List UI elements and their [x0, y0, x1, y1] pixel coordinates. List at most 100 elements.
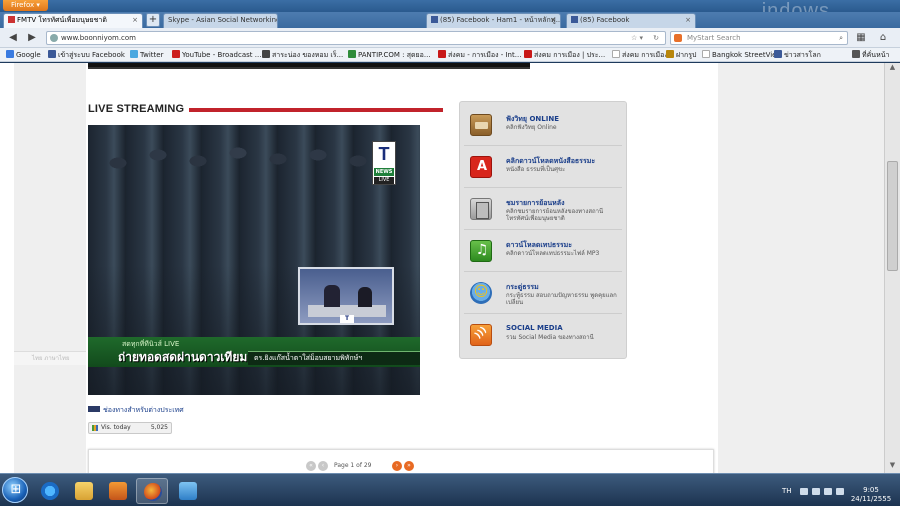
- sidebar-item-books[interactable]: คลิกดาวน์โหลดหนังสือธรรมะ หนังสือ ธรรมที…: [464, 148, 622, 188]
- clock-time: 9:05: [863, 486, 879, 494]
- forward-arrow-icon[interactable]: ▶: [25, 31, 39, 45]
- addon-icon[interactable]: ▦: [854, 31, 868, 45]
- bookmark-star-icon[interactable]: ☆ ▾: [631, 32, 643, 44]
- bookmark-facebook-login[interactable]: เข้าสู่ระบบ Facebook: [48, 48, 125, 61]
- bookmarks-folder-icon: [852, 50, 860, 58]
- tnews-small-logo-icon: T: [340, 315, 354, 323]
- close-tab-icon[interactable]: ×: [685, 14, 691, 27]
- overseas-channel-link[interactable]: ช่องทางสำหรับต่างประเทศ: [88, 405, 184, 416]
- close-tab-icon[interactable]: ×: [132, 14, 138, 27]
- facebook-favicon-icon: [571, 16, 578, 23]
- if-icon: [438, 50, 446, 58]
- chat-icon: [470, 282, 492, 304]
- volume-icon[interactable]: [824, 488, 832, 495]
- bookmark-politics-2[interactable]: ส่งคม การเมือง | ประ...: [524, 48, 605, 61]
- picture-in-picture: T: [298, 267, 394, 325]
- network-icon[interactable]: [812, 488, 820, 495]
- music-icon: [470, 240, 493, 262]
- bookmark-label: PANTIP.COM : สุดยอ...: [358, 51, 431, 59]
- last-page-button[interactable]: »: [404, 461, 414, 471]
- reload-icon[interactable]: ↻: [653, 32, 659, 44]
- taskbar-messenger[interactable]: [172, 478, 204, 504]
- bookmark-politics-int[interactable]: ส่งคม - การเมือง - Int...: [438, 48, 521, 61]
- start-button[interactable]: [2, 477, 29, 503]
- tab-facebook-1[interactable]: (85) Facebook - Ham1 - หน้าหลักฟู... ×: [426, 13, 561, 28]
- scrollbar-thumb[interactable]: [887, 161, 898, 271]
- visitor-counter-label: Vis. today: [101, 424, 131, 431]
- tray-expand-icon[interactable]: [800, 488, 808, 495]
- bookmark-pantip[interactable]: PANTIP.COM : สุดยอ...: [348, 48, 431, 61]
- tab-facebook-2[interactable]: (85) Facebook ×: [566, 13, 696, 28]
- sidebar-item-desc: กระทู้ธรรม สอบถามปัญหาธรรม พูดคุยแลกเปลี…: [506, 292, 617, 306]
- url-text: www.boonniyom.com: [61, 34, 137, 42]
- sidebar-item-mp3[interactable]: ดาวน์โหลดเทปธรรมะ คลิกดาวน์โหลดเทปธรรมะไ…: [464, 232, 622, 272]
- faded-menu-label[interactable]: ไทย ภาษาไทย: [14, 351, 86, 365]
- search-icon[interactable]: ⌕: [839, 32, 843, 44]
- tab-fmtv[interactable]: FMTV โทรทัศน์เพื่อมนุษยชาติ ×: [3, 13, 143, 28]
- sidebar-item-social[interactable]: SOCIAL MEDIA รวม Social Media ของทางสถาน…: [464, 316, 622, 356]
- bookmarks-menu[interactable]: ที่คั่นหน้า: [852, 48, 889, 61]
- live-video-player[interactable]: T NEWS LIVE T สดทุกที่ทีนิวส์ LIVE ถ่ายท…: [88, 125, 420, 395]
- site-favicon-icon: [8, 16, 15, 23]
- sidebar-item-desc: รวม Social Media ของทางสถานี: [506, 334, 594, 341]
- taskbar-media[interactable]: [102, 478, 134, 504]
- bookmark-label: Google: [16, 51, 41, 59]
- navigation-bar: ◀ ▶ www.boonniyom.com ☆ ▾ ↻ MyStart Sear…: [0, 28, 900, 48]
- sidebar-item-replay[interactable]: ชมรายการย้อนหลัง คลิกชมรายการย้อนหลังของ…: [464, 190, 622, 230]
- taskbar-ie[interactable]: [34, 478, 66, 504]
- facebook-favicon-icon: [431, 16, 438, 23]
- facebook-icon: [48, 50, 56, 58]
- bookmark-politics-3[interactable]: ส่งคม การเมือง: [612, 48, 668, 61]
- windows-taskbar: TH 9:05 24/11/2555: [0, 473, 900, 506]
- search-input[interactable]: MyStart Search ⌕: [670, 31, 848, 45]
- bookmarks-toolbar: Google เข้าสู่ระบบ Facebook Twitter YouT…: [0, 48, 900, 62]
- home-icon[interactable]: ⌂: [876, 31, 890, 45]
- bookmark-google[interactable]: Google: [6, 48, 41, 61]
- first-page-button[interactable]: «: [306, 461, 316, 471]
- bookmark-streetview[interactable]: Bangkok StreetView: [702, 48, 782, 61]
- system-clock[interactable]: 9:05 24/11/2555: [846, 486, 896, 504]
- new-tab-button[interactable]: +: [146, 13, 160, 27]
- url-bar[interactable]: www.boonniyom.com ☆ ▾ ↻: [46, 31, 666, 45]
- bookmark-label: เข้าสู่ระบบ Facebook: [58, 51, 125, 59]
- blank-page-icon: [612, 50, 620, 58]
- sidebar-item-radio[interactable]: ฟังวิทยุ ONLINE คลิกฟังวิทยุ Online: [464, 106, 622, 146]
- bookmark-world-news[interactable]: ข่าวสารโลก: [774, 48, 821, 61]
- bookmark-photo[interactable]: ฝากรูป: [666, 48, 696, 61]
- pagination-panel: [88, 449, 714, 473]
- next-page-button[interactable]: ›: [392, 461, 402, 471]
- vertical-scrollbar[interactable]: ▲ ▼: [884, 63, 900, 473]
- sidebar-panel: ฟังวิทยุ ONLINE คลิกฟังวิทยุ Online คลิก…: [459, 101, 627, 359]
- prev-page-button[interactable]: ‹: [318, 461, 328, 471]
- taskbar-explorer[interactable]: [68, 478, 100, 504]
- channel-link-text: ช่องทางสำหรับต่างประเทศ: [103, 406, 184, 414]
- tab-skype[interactable]: Skype - Asian Social Networking Ser...: [163, 13, 278, 28]
- bookmark-label: Twitter: [140, 51, 164, 59]
- bookmark-twitter[interactable]: Twitter: [130, 48, 164, 61]
- input-language[interactable]: TH: [782, 487, 792, 495]
- search-placeholder: MyStart Search: [687, 34, 741, 42]
- pantip-icon: [348, 50, 356, 58]
- sidebar-item-desc: หนังสือ ธรรมที่เป็นศุขะ: [506, 166, 566, 173]
- sidebar-item-forum[interactable]: กระดู่ธรรม กระทู้ธรรม สอบถามปัญหาธรรม พู…: [464, 274, 622, 314]
- film-icon: [470, 198, 492, 220]
- visitor-counter: Vis. today 5,025: [88, 422, 172, 434]
- pdf-icon: [470, 156, 493, 178]
- search-engine-icon[interactable]: [674, 34, 682, 42]
- tab-label: (85) Facebook: [580, 16, 630, 24]
- globe-icon: [50, 34, 58, 42]
- bookmark-youtube[interactable]: YouTube - Broadcast ...: [172, 48, 261, 61]
- action-center-icon[interactable]: [836, 488, 844, 495]
- facebook-icon: [774, 50, 782, 58]
- back-arrow-icon[interactable]: ◀: [6, 31, 20, 45]
- scroll-up-icon[interactable]: ▲: [885, 63, 900, 75]
- scroll-down-icon[interactable]: ▼: [885, 461, 900, 473]
- rss-icon: [470, 324, 492, 346]
- bookmark-sara[interactable]: สาระน่อง ของหอม เร็...: [262, 48, 343, 61]
- left-margin: [0, 63, 14, 473]
- title-divider: [189, 108, 443, 112]
- close-tab-icon[interactable]: ×: [550, 14, 556, 27]
- firefox-menu-button[interactable]: Firefox ▾: [3, 0, 48, 11]
- bookmark-icon: [524, 50, 532, 58]
- taskbar-firefox[interactable]: [136, 478, 168, 504]
